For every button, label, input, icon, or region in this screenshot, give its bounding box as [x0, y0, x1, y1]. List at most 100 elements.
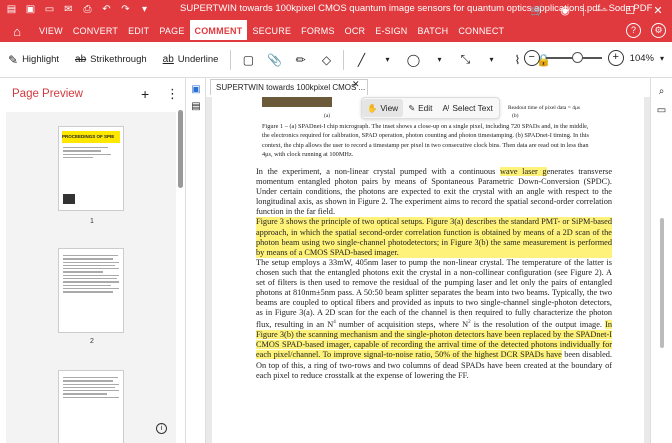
chevron-down-icon[interactable]: ▾: [660, 54, 664, 63]
home-icon[interactable]: ⌂: [0, 24, 34, 39]
maximize-icon[interactable]: ☐: [616, 4, 644, 17]
dropdown-icon[interactable]: ▾: [426, 55, 452, 64]
separator: [230, 49, 232, 70]
print-icon[interactable]: ⎙: [81, 4, 94, 16]
sidebar-scrollbar[interactable]: [178, 110, 183, 188]
dropdown-icon[interactable]: ▾: [138, 4, 151, 16]
document-tab-bar: SUPERTWIN towards 100kpixel CMOS ... ✕: [206, 78, 650, 97]
cart-icon[interactable]: 🛒: [523, 4, 551, 17]
tab-edit[interactable]: EDIT: [123, 20, 154, 42]
tab-view[interactable]: VIEW: [34, 20, 68, 42]
page-thumbnail-2[interactable]: [58, 248, 124, 333]
highlight-label: Highlight: [22, 54, 60, 65]
pencil-icon[interactable]: ✏: [287, 53, 313, 67]
eraser-icon[interactable]: ◇: [313, 53, 339, 67]
tab-connect[interactable]: CONNECT: [453, 20, 509, 42]
select-text-label: Select Text: [452, 103, 493, 113]
page-thumbnail-3[interactable]: [58, 370, 124, 443]
more-options-icon[interactable]: ⋮: [166, 86, 179, 102]
document-scrollbar[interactable]: [660, 218, 664, 348]
pages-panel-icon[interactable]: ▣: [186, 84, 206, 95]
edit-label: Edit: [418, 103, 433, 113]
view-mode-button[interactable]: ✋ View: [362, 99, 404, 117]
view-label: View: [380, 103, 399, 113]
tab-comment[interactable]: COMMENT: [189, 20, 248, 42]
tab-ocr[interactable]: OCR: [340, 20, 371, 42]
minimize-icon[interactable]: —: [588, 4, 616, 16]
tab-batch[interactable]: BATCH: [412, 20, 453, 42]
underline-label: Underline: [177, 54, 219, 65]
highlight-button[interactable]: ✎ Highlight: [0, 42, 67, 78]
figure-image: [262, 97, 332, 107]
bookmarks-panel-icon[interactable]: ▤: [186, 101, 206, 112]
strikethrough-label: Strikethrough: [90, 54, 147, 65]
pdf-page: (a) (b) Readout time of pixel data = 4μs…: [212, 97, 644, 443]
edit-mode-button[interactable]: ✎ Edit: [403, 99, 437, 117]
separator: [343, 49, 345, 70]
document-viewport[interactable]: (a) (b) Readout time of pixel data = 4μs…: [206, 97, 650, 443]
close-tab-icon[interactable]: ✕: [352, 79, 646, 90]
tab-convert[interactable]: CONVERT: [68, 20, 123, 42]
title-bar: ▤ ▣ ▭ ✉ ⎙ ↶ ↷ ▾ SUPERTWIN towards 100kpi…: [0, 0, 672, 20]
document-tab[interactable]: SUPERTWIN towards 100kpixel CMOS ...: [210, 79, 368, 95]
undo-icon[interactable]: ↶: [100, 4, 113, 16]
line-icon[interactable]: ╱: [348, 53, 374, 67]
zoom-in-icon[interactable]: +: [607, 50, 624, 66]
page-number: 1: [90, 218, 94, 225]
account-icon[interactable]: ◉: [551, 4, 579, 17]
strikethrough-button[interactable]: ab Strikethrough: [67, 42, 155, 78]
app-menu-icon[interactable]: ▤: [5, 4, 18, 16]
search-icon[interactable]: ⌕: [651, 86, 672, 97]
close-icon[interactable]: ✕: [644, 4, 672, 17]
thumbnail-list[interactable]: PROCEEDINGS OF SPIE 1 2: [6, 112, 176, 443]
strikethrough-icon: ab: [75, 54, 87, 65]
attachment-icon[interactable]: 📎: [261, 53, 287, 67]
zoom-out-icon[interactable]: −: [523, 50, 540, 66]
settings-icon[interactable]: ⚙: [651, 23, 666, 38]
document-tab-title: SUPERTWIN towards 100kpixel CMOS ...: [216, 83, 366, 92]
underline-icon: ab: [162, 54, 174, 65]
info-icon[interactable]: i: [156, 423, 167, 434]
tab-page[interactable]: PAGE: [154, 20, 189, 42]
figure-caption: Figure 1 – (a) SPADnet-I chip micrograph…: [262, 123, 589, 158]
highlight-annotation[interactable]: Figure 3 shows the principle of two opti…: [256, 217, 612, 258]
mail-icon[interactable]: ✉: [62, 4, 75, 16]
add-page-icon[interactable]: +: [141, 86, 149, 102]
underline-button[interactable]: ab Underline: [155, 42, 227, 78]
zoom-control: − + 104% ▾: [523, 50, 664, 66]
redo-icon[interactable]: ↷: [119, 4, 132, 16]
tab-secure[interactable]: SECURE: [247, 20, 296, 42]
menu-bar: ⌂ VIEW CONVERT EDIT PAGE COMMENT SECURE …: [0, 20, 672, 42]
measure-icon[interactable]: ⤡: [452, 52, 478, 67]
document-body: In the experiment, a non-linear crystal …: [256, 167, 613, 381]
edit-icon: ✎: [408, 103, 416, 113]
help-icon[interactable]: ?: [626, 23, 641, 38]
folder-icon[interactable]: ▭: [43, 4, 56, 16]
thumb-title: PROCEEDINGS OF SPIE: [62, 131, 120, 143]
page-number: 2: [90, 338, 94, 345]
paragraph-1: In the experiment, a non-linear crystal …: [256, 167, 612, 217]
page-thumbnail-1[interactable]: PROCEEDINGS OF SPIE: [58, 126, 124, 211]
sticky-note-icon[interactable]: ▢: [235, 53, 261, 67]
text-cursor-icon: Aᴵ: [442, 103, 450, 113]
panel-switcher: ▣ ▤: [186, 78, 206, 443]
highlighter-icon: ✎: [8, 52, 19, 67]
select-text-button[interactable]: Aᴵ Select Text: [437, 99, 497, 117]
save-icon[interactable]: ▣: [24, 4, 37, 16]
hand-icon: ✋: [367, 102, 378, 113]
readout-note: Readout time of pixel data = 4μs: [508, 105, 581, 111]
zoom-slider[interactable]: [545, 52, 602, 63]
zoom-level[interactable]: 104%: [630, 53, 654, 64]
paragraph-3: The setup employs a 33mW, 405nm laser to…: [256, 257, 613, 380]
dropdown-icon[interactable]: ▾: [374, 55, 400, 64]
tab-forms[interactable]: FORMS: [296, 20, 340, 42]
comments-panel-icon[interactable]: ▭: [651, 105, 672, 116]
dropdown-icon[interactable]: ▾: [478, 55, 504, 64]
ellipse-icon[interactable]: ◯: [400, 53, 426, 67]
tab-esign[interactable]: E-SIGN: [370, 20, 412, 42]
page-preview-panel: Page Preview + ⋮ PROCEEDINGS OF SPIE 1 2…: [0, 78, 186, 443]
separator: [583, 4, 584, 16]
highlight-annotation[interactable]: wave laser g: [500, 167, 547, 176]
figure-label-a: (a): [324, 113, 331, 119]
panel-title: Page Preview: [12, 88, 83, 100]
